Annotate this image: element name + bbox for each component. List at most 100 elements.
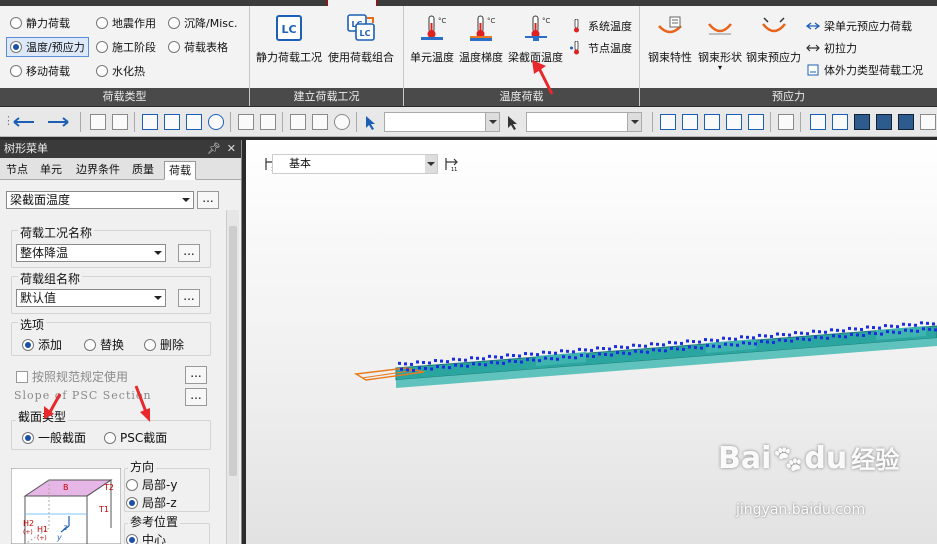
section-psc[interactable]: PSC截面 (104, 429, 167, 446)
activate-all-icon[interactable] (334, 114, 350, 130)
load-marker (548, 351, 551, 355)
load-marker (832, 334, 835, 338)
radio-indicator (10, 17, 22, 29)
load-case-select[interactable]: 整体降温 (16, 244, 166, 262)
load-marker (440, 359, 443, 363)
bridge-model (353, 321, 937, 388)
pointer-icon[interactable] (364, 115, 378, 131)
tab-load[interactable]: 荷载 (164, 161, 196, 180)
tendon-prestress-icon (761, 17, 786, 33)
command-more-button[interactable]: ... (197, 191, 219, 209)
tendon-property-button[interactable]: 钢束特性 (648, 14, 692, 65)
view-iso-icon[interactable] (726, 114, 742, 130)
paw-icon: 🐾︎ (771, 445, 805, 475)
load-marker (914, 323, 917, 327)
beam-prestress-load-button[interactable]: 梁单元预应力荷载 (806, 18, 912, 34)
load-marker (848, 326, 851, 330)
options-label: 选项 (18, 316, 47, 333)
load-case-more-button[interactable]: ... (178, 244, 200, 262)
node-table-icon[interactable] (90, 114, 106, 130)
tendon-prestress-button[interactable]: 钢束预应力 (746, 14, 801, 65)
pin-icon[interactable]: 📌︎ (207, 140, 221, 158)
shrink-icon[interactable] (854, 114, 870, 130)
static-load-case-button[interactable]: LC 静力荷载工况 (256, 14, 322, 65)
radio-hydration-heat[interactable]: 水化热 (96, 63, 145, 79)
option-delete[interactable]: 删除 (144, 336, 184, 353)
system-temperature-button[interactable]: 系统温度 (570, 18, 632, 34)
button-label: 使用荷载组合 (328, 51, 394, 64)
load-marker (826, 336, 829, 340)
close-icon[interactable]: ✕ (227, 140, 236, 158)
unselect-icon[interactable] (238, 114, 254, 130)
undo-icon[interactable] (12, 116, 42, 128)
radio-seismic[interactable]: 地震作用 (96, 15, 156, 31)
temperature-gradient-button[interactable]: °C 温度梯度 (459, 14, 503, 65)
command-select[interactable]: 梁截面温度 (6, 191, 194, 209)
radio-static-load[interactable]: 静力荷载 (10, 15, 70, 31)
scrollbar-thumb[interactable] (229, 226, 237, 476)
unselect-window-icon[interactable] (260, 114, 276, 130)
pick-icon[interactable] (506, 115, 522, 131)
view-front-icon[interactable] (660, 114, 676, 130)
toolbar-select-1[interactable] (384, 112, 500, 132)
load-marker (860, 327, 863, 331)
node-temperature-button[interactable]: 节点温度 (570, 40, 632, 56)
tab-boundary[interactable]: 边界条件 (72, 161, 124, 180)
radio-construction-stage[interactable]: 施工阶段 (96, 39, 156, 55)
load-group-select[interactable]: 默认值 (16, 289, 166, 307)
toolbar-select-2[interactable] (526, 112, 642, 132)
tab-node[interactable]: 节点 (2, 161, 32, 180)
reference-center[interactable]: 中心 (126, 531, 166, 544)
section-general[interactable]: 一般截面 (22, 429, 86, 446)
direction-local-z[interactable]: 局部-z (126, 494, 177, 511)
view-angle-icon[interactable] (748, 114, 764, 130)
monitor-icon[interactable] (898, 114, 914, 130)
slope-more-button[interactable]: ... (185, 388, 207, 406)
tab-mass[interactable]: 质量 (128, 161, 158, 180)
load-marker (562, 355, 565, 359)
external-force-icon (807, 64, 819, 76)
tab-element[interactable]: 单元 (36, 161, 66, 180)
radio-temperature-prestress[interactable]: 温度/预应力 (6, 37, 89, 57)
option-add[interactable]: 添加 (22, 336, 62, 353)
load-combination-button[interactable]: LC LC 使用荷载组合 (328, 14, 394, 65)
code-checkbox[interactable]: 按照规范规定使用 (16, 368, 128, 385)
pretension-button[interactable]: 初拉力 (806, 40, 857, 56)
load-group-more-button[interactable]: ... (178, 289, 200, 307)
load-marker (866, 325, 869, 329)
view-side-icon[interactable] (682, 114, 698, 130)
load-marker (536, 353, 539, 357)
select-icon[interactable] (142, 114, 158, 130)
tendon-profile-button[interactable]: 钢束形状 ▾ (698, 14, 742, 72)
display-icon[interactable] (876, 114, 892, 130)
panel-scrollbar[interactable] (226, 210, 239, 544)
inactivate-icon[interactable] (312, 114, 328, 130)
radio-load-table[interactable]: 荷载表格 (168, 39, 228, 55)
view-top-icon[interactable] (704, 114, 720, 130)
redo-icon[interactable] (44, 116, 74, 128)
element-table-icon[interactable] (112, 114, 128, 130)
radio-moving-load[interactable]: 移动荷载 (10, 63, 70, 79)
activate-icon[interactable] (290, 114, 306, 130)
code-more-button[interactable]: ... (185, 366, 207, 384)
circle-select-icon[interactable] (208, 114, 224, 130)
direction-local-y[interactable]: 局部-y (126, 476, 177, 493)
hidden-icon[interactable] (832, 114, 848, 130)
load-marker (922, 327, 925, 331)
radio-settlement[interactable]: 沉降/Misc. (168, 15, 238, 31)
polygon-select-icon[interactable] (186, 114, 202, 130)
option-replace[interactable]: 替换 (84, 336, 124, 353)
zoom-fit-icon[interactable] (810, 114, 826, 130)
load-marker (482, 357, 485, 361)
element-temperature-button[interactable]: °C 单元温度 (410, 14, 454, 65)
model-viewport[interactable]: 11 基本 11 (246, 140, 937, 544)
render-icon[interactable] (920, 114, 936, 130)
load-marker (794, 331, 797, 335)
load-marker (910, 329, 913, 333)
load-marker (766, 340, 769, 344)
redraw-icon[interactable] (778, 114, 794, 130)
load-marker (844, 335, 847, 339)
external-force-load-case-button[interactable]: 体外力类型荷载工况 (806, 62, 923, 78)
window-select-icon[interactable] (164, 114, 180, 130)
button-label: 温度梯度 (459, 51, 503, 64)
